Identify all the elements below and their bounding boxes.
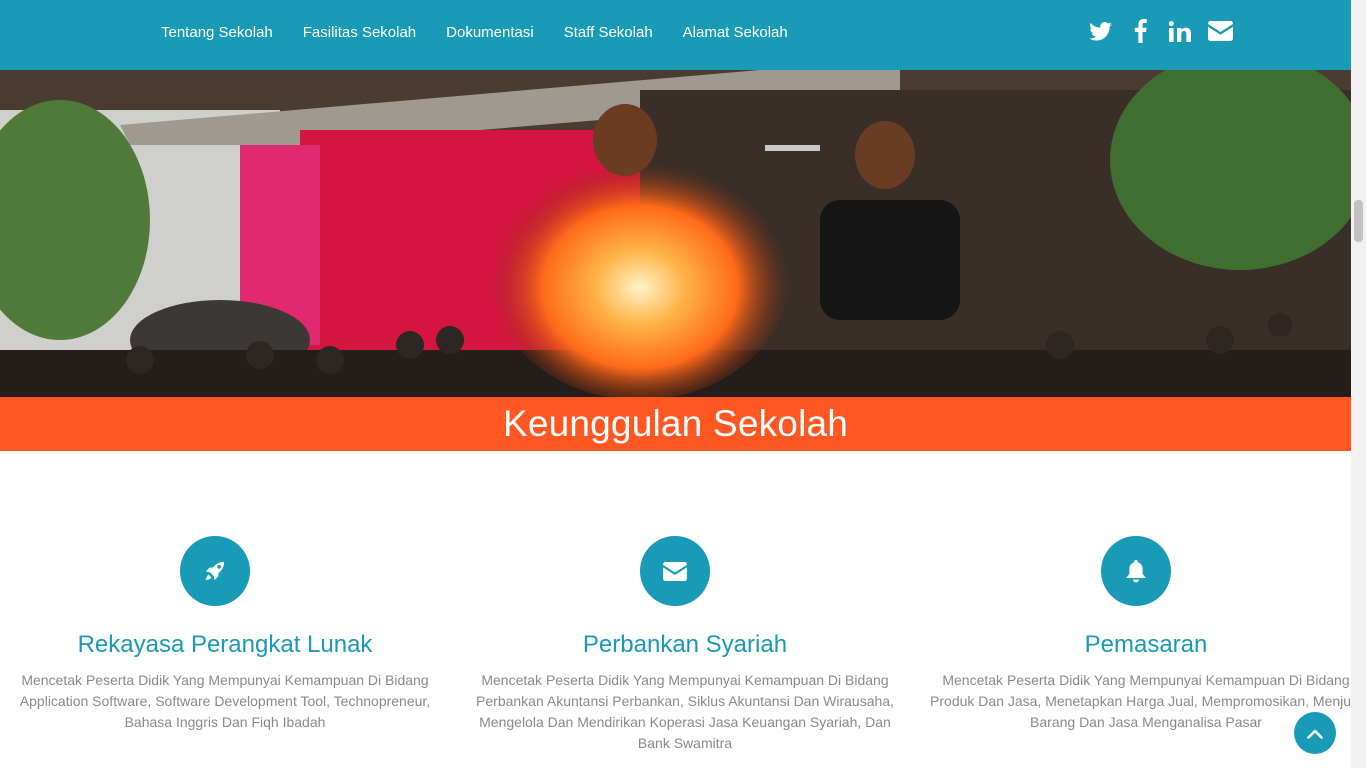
- top-navbar: Tentang Sekolah Fasilitas Sekolah Dokume…: [0, 0, 1351, 70]
- nav-link-staff-sekolah[interactable]: Staff Sekolah: [549, 0, 668, 66]
- feature-title-pemasaran: Pemasaran: [1084, 631, 1208, 658]
- feature-title-perbankan: Perbankan Syariah: [582, 631, 788, 658]
- nav-link-tentang-sekolah[interactable]: Tentang Sekolah: [146, 0, 288, 66]
- feature-description-perbankan: Mencetak Peserta Didik Yang Mempunyai Ke…: [476, 672, 894, 751]
- features-section: Rekayasa Perangkat Lunak Mencetak Pesert…: [0, 451, 1362, 768]
- section-banner: Keunggulan Sekolah: [0, 397, 1351, 451]
- nav-link-dokumentasi[interactable]: Dokumentasi: [431, 0, 549, 66]
- hero-image: [0, 70, 1351, 397]
- bell-icon: [1101, 536, 1171, 606]
- nav-link-fasilitas-sekolah[interactable]: Fasilitas Sekolah: [288, 0, 431, 66]
- back-to-top-button[interactable]: [1294, 712, 1336, 754]
- rocket-icon: [180, 536, 250, 606]
- feature-description-rpl: Mencetak Peserta Didik Yang Mempunyai Ke…: [19, 672, 431, 730]
- page-scrollbar[interactable]: [1351, 0, 1366, 768]
- nav-link-alamat-sekolah[interactable]: Alamat Sekolah: [668, 0, 803, 66]
- envelope-icon[interactable]: [1207, 16, 1233, 46]
- twitter-icon[interactable]: [1087, 16, 1113, 46]
- envelope-icon: [640, 536, 710, 606]
- scrollbar-thumb[interactable]: [1354, 200, 1363, 242]
- feature-title-rpl: Rekayasa Perangkat Lunak: [77, 631, 373, 658]
- social-links: [1087, 16, 1233, 46]
- fire-performance-photo: [0, 70, 1351, 397]
- facebook-icon[interactable]: [1127, 16, 1153, 46]
- chevron-up-icon: [1307, 729, 1323, 739]
- linkedin-icon[interactable]: [1167, 16, 1193, 46]
- nav-links: Tentang Sekolah Fasilitas Sekolah Dokume…: [146, 0, 803, 66]
- section-title: Keunggulan Sekolah: [502, 403, 849, 444]
